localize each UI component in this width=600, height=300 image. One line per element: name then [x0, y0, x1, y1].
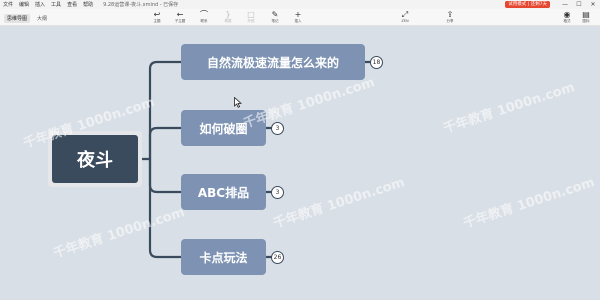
tab-mindmap[interactable]: 思维导图 [4, 14, 31, 23]
file-title: 9.28运营课-夜斗.xmind - 已保存 [103, 2, 179, 8]
boundary-icon: □ [247, 10, 255, 19]
topic-abc-ranking[interactable]: ABC排品 [181, 174, 266, 210]
share-icon: ⇪ [446, 10, 454, 19]
branch-line-2 [148, 126, 183, 161]
mindmap-canvas[interactable]: 夜斗 自然流极速流量怎么来的 18 如何破圈 3 ABC排品 3 卡点玩法 26… [0, 27, 600, 300]
menu-tools[interactable]: 工具 [51, 1, 61, 8]
topic-checkpoint-play[interactable]: 卡点玩法 [181, 239, 266, 275]
subtopic-icon: ← [176, 10, 184, 19]
relationship-icon: ⌒ [200, 10, 208, 19]
topic-break-circle[interactable]: 如何破圈 [181, 110, 266, 146]
tab-outline[interactable]: 大纲 [34, 14, 50, 23]
menu-bar: 文件 编辑 插入 工具 查看 帮助 9.28运营课-夜斗.xmind - 已保存… [0, 0, 600, 9]
collapsed-count-badge[interactable]: 3 [271, 122, 284, 135]
notes-button[interactable]: ✎ 笔记 [266, 10, 284, 24]
notes-label: 笔记 [271, 19, 279, 23]
boundary-label: 外框 [247, 19, 255, 23]
menu-help[interactable]: 帮助 [83, 1, 93, 8]
summary-label: 概要 [224, 19, 232, 23]
format-button[interactable]: ◉ 格式 [558, 10, 576, 24]
topic-button[interactable]: ↩ 主题 [148, 10, 166, 24]
share-button[interactable]: ⇪ 分享 [441, 10, 459, 24]
maximize-icon[interactable]: ☐ [572, 1, 586, 8]
zen-icon: ⤢ [401, 10, 409, 19]
icons-panel-label: 图标 [582, 19, 590, 23]
trial-badge[interactable]: 试用模式 | 还剩7天 [505, 1, 550, 8]
insert-icon: + [294, 10, 302, 19]
boundary-button[interactable]: □ 外框 [242, 10, 260, 24]
summary-button[interactable]: } 概要 [219, 10, 237, 24]
root-topic-label: 夜斗 [52, 135, 138, 183]
menu-view[interactable]: 查看 [67, 1, 77, 8]
collapsed-count-badge[interactable]: 26 [271, 251, 284, 264]
branch-line-3 [148, 157, 183, 194]
icons-button[interactable]: ▤ 图标 [577, 10, 595, 24]
relationship-label: 联系 [200, 19, 208, 23]
summary-icon: } [225, 10, 231, 19]
insert-button[interactable]: + 插入 [289, 10, 307, 24]
menu-insert[interactable]: 插入 [35, 1, 45, 8]
branch-line-1 [148, 60, 183, 161]
mouse-cursor-icon [234, 97, 242, 108]
menu-edit[interactable]: 编辑 [19, 1, 29, 8]
topic-label: 主题 [153, 19, 161, 23]
insert-label: 插入 [294, 19, 302, 23]
minimize-icon[interactable]: — [558, 1, 572, 8]
notes-icon: ✎ [271, 10, 279, 19]
subtopic-button[interactable]: ← 子主题 [171, 10, 189, 24]
format-label: 格式 [563, 19, 571, 23]
zen-button[interactable]: ⤢ ZEN [396, 10, 414, 24]
menu-file[interactable]: 文件 [3, 1, 13, 8]
branch-line-4 [148, 157, 183, 259]
format-icon: ◉ [563, 10, 571, 19]
close-icon[interactable]: ✕ [586, 1, 600, 8]
collapsed-count-badge[interactable]: 18 [370, 56, 383, 69]
share-label: 分享 [446, 19, 454, 23]
relationship-button[interactable]: ⌒ 联系 [195, 10, 213, 24]
root-topic[interactable]: 夜斗 [48, 131, 142, 187]
zen-label: ZEN [401, 19, 409, 23]
view-tabs: 思维导图 大纲 [4, 14, 50, 23]
toolbar: 思维导图 大纲 ↩ 主题 ← 子主题 ⌒ 联系 } 概要 □ 外框 ✎ 笔记 +… [0, 9, 600, 26]
collapsed-count-badge[interactable]: 3 [271, 186, 284, 199]
topic-icon: ↩ [153, 10, 161, 19]
icons-panel-icon: ▤ [582, 10, 590, 19]
topic-traffic-source[interactable]: 自然流极速流量怎么来的 [181, 44, 365, 80]
subtopic-label: 子主题 [174, 19, 186, 23]
